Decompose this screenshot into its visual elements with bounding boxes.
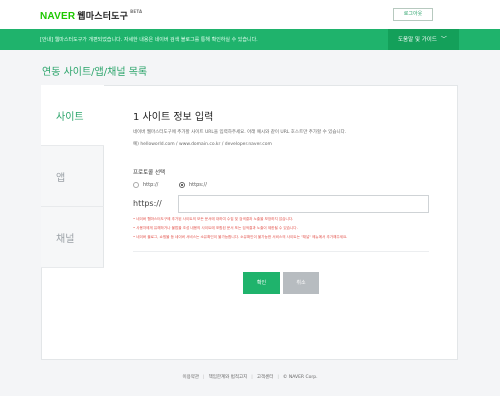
form-title: 1 사이트 정보 입력 bbox=[133, 112, 214, 123]
beta-badge: BETA bbox=[130, 9, 143, 14]
footer-link-support[interactable]: 고객센터 bbox=[257, 375, 274, 380]
warning-text: • 네이버 웹마스터도구에 추가된 사이트의 모든 문서에 대하여 수집 및 검… bbox=[133, 217, 294, 221]
top-header: NAVER 웹마스터도구BETA 로그아웃 bbox=[0, 0, 500, 29]
warning-text: • 사용자에게 유해하거나 불법을 조성 내용의 사이트에 포함된 문서 또는 … bbox=[133, 226, 298, 230]
webmaster-logo-text: 웹마스터도구 bbox=[77, 12, 129, 22]
footer: 이용약관 | 책임한계와 법적고지 | 고객센터 | © NAVER Corp. bbox=[0, 374, 500, 380]
footer-link-legal[interactable]: 책임한계와 법적고지 bbox=[209, 375, 248, 380]
warning-text: • 네이버 블로그, 쇼핑몰 등 네이버 서비스는 소유확인이 불가능합니다. … bbox=[133, 235, 348, 239]
form-description: 네이버 웹마스터도구에 추가할 사이트 URL을 입력하주세요. 아래 예시와 … bbox=[133, 130, 347, 135]
side-tabs: 사이트 앱 채널 bbox=[41, 85, 104, 268]
footer-link-terms[interactable]: 이용약관 bbox=[182, 375, 199, 380]
tab-site[interactable]: 사이트 bbox=[41, 85, 104, 146]
confirm-button[interactable]: 확인 bbox=[243, 272, 280, 294]
divider bbox=[133, 251, 429, 252]
footer-separator: | bbox=[277, 375, 279, 380]
radio-circle-icon bbox=[179, 182, 185, 188]
tab-channel[interactable]: 채널 bbox=[41, 207, 104, 268]
chevron-down-icon: ﹀ bbox=[440, 36, 447, 43]
radio-https[interactable]: https:// bbox=[179, 182, 207, 188]
footer-copyright: © NAVER Corp. bbox=[282, 375, 318, 380]
naver-logo-text: NAVER bbox=[40, 11, 76, 22]
protocol-label: 프로토콜 선택 bbox=[133, 170, 166, 176]
site-url-input[interactable] bbox=[178, 195, 429, 213]
help-guide-label: 도움말 및 가이드 bbox=[398, 37, 437, 43]
radio-http-label: http:// bbox=[143, 182, 159, 188]
naver-webmaster-logo[interactable]: NAVER 웹마스터도구BETA bbox=[40, 9, 142, 22]
footer-separator: | bbox=[251, 375, 253, 380]
cancel-button[interactable]: 취소 bbox=[283, 272, 319, 294]
form-example: 예) helloworld.com / www.domain.co.kr / d… bbox=[133, 142, 272, 147]
footer-separator: | bbox=[203, 375, 205, 380]
radio-http[interactable]: http:// bbox=[133, 182, 158, 188]
radio-https-label: https:// bbox=[189, 182, 207, 188]
page-title: 연동 사이트/앱/채널 목록 bbox=[42, 67, 148, 78]
help-guide-button[interactable]: 도움말 및 가이드 ﹀ bbox=[388, 29, 459, 50]
url-prefix: https:// bbox=[133, 199, 162, 208]
radio-circle-icon bbox=[133, 182, 139, 188]
tab-app[interactable]: 앱 bbox=[41, 146, 104, 207]
notice-text[interactable]: [안내] 웹마스터도구가 개편되었습니다. 자세한 내용은 네이버 검색 블로그… bbox=[40, 36, 258, 43]
logout-button[interactable]: 로그아웃 bbox=[393, 8, 433, 21]
